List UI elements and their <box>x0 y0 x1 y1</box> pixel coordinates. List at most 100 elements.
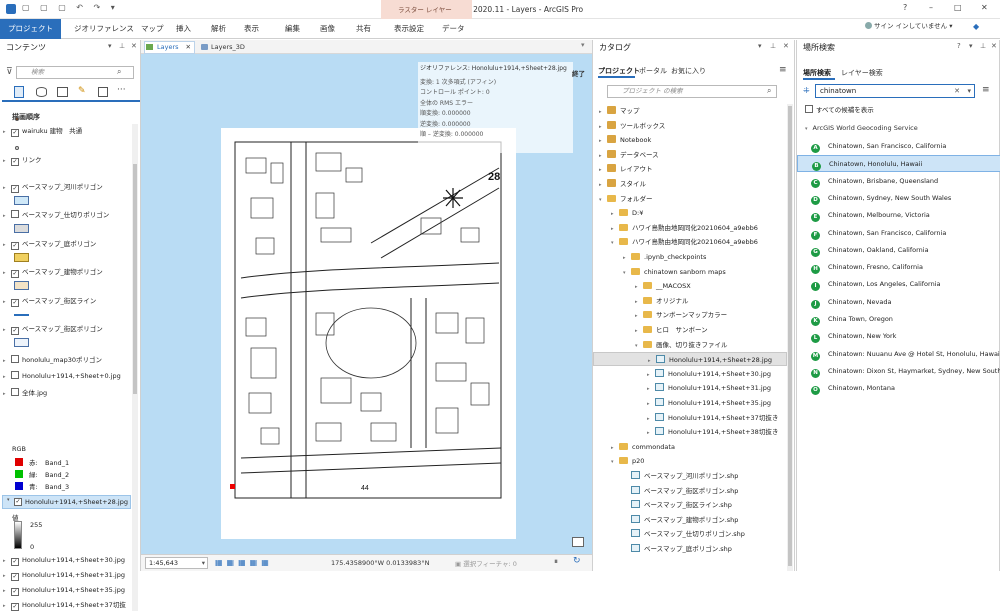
catalog-item[interactable]: ▾ p20 <box>593 454 787 468</box>
layer-checkbox[interactable] <box>11 388 19 396</box>
chevron-down-icon[interactable]: ▾ <box>967 85 971 97</box>
layer-row[interactable]: ▸ ✓ ベースマップ_河川ポリゴン <box>0 180 103 194</box>
layer-checkbox[interactable]: ✓ <box>11 185 19 193</box>
filter-icon[interactable]: ⊽ <box>6 67 13 77</box>
show-all-candidates[interactable]: すべての候補を表示 <box>805 104 874 114</box>
pane-menu-icon[interactable]: ▾ <box>969 42 973 50</box>
layer-checkbox[interactable]: ✓ <box>11 603 19 611</box>
chevron-right-icon[interactable]: ▸ <box>3 295 11 309</box>
layer-checkbox[interactable] <box>11 371 19 379</box>
locate-result[interactable]: J Chinatown, Nevada <box>797 294 1000 311</box>
tab-6[interactable]: 編集 <box>281 19 304 39</box>
catalog-item[interactable]: ▸ データベース <box>593 148 787 162</box>
layer-checkbox[interactable]: ✓ <box>11 558 19 566</box>
catalog-item[interactable]: ベースマップ_仕切りポリゴン.shp <box>593 527 787 541</box>
layer-symbol-swatch[interactable] <box>14 253 29 262</box>
close-button[interactable]: ✕ <box>981 3 988 12</box>
maximize-button[interactable]: □ <box>954 3 962 12</box>
catalog-item[interactable]: ▸ ツールボックス <box>593 119 787 133</box>
tab-10[interactable]: データ <box>438 19 469 39</box>
more-options-icon[interactable]: ··· <box>117 85 126 95</box>
locate-menu-icon[interactable]: ≡ <box>982 85 990 95</box>
scale-selector[interactable]: 1:45,643 ▾ <box>145 557 208 569</box>
tab-0[interactable]: プロジェクト <box>0 19 61 39</box>
user-signin[interactable]: サイン インしていません ▾ <box>865 20 953 30</box>
show-all-candidates-checkbox[interactable] <box>805 105 813 113</box>
chevron-right-icon[interactable]: ▸ <box>3 238 11 252</box>
tree-expander-icon[interactable]: ▸ <box>635 295 643 309</box>
layer-checkbox[interactable]: ✓ <box>11 327 19 335</box>
tree-expander-icon[interactable]: ▾ <box>635 339 643 353</box>
catalog-tab-portal[interactable]: ポータル <box>639 66 667 76</box>
catalog-item[interactable]: ▸ Honolulu+1914,+Sheet+35.jpg <box>593 396 787 410</box>
layer-row[interactable]: ▸ ✓ Honolulu+1914,+Sheet+37切抜 <box>0 598 126 612</box>
locate-result[interactable]: M Chinatown: Nuuanu Ave @ Hotel St, Honol… <box>797 346 1000 363</box>
list-by-source-icon[interactable] <box>36 87 47 97</box>
locate-tab-locate[interactable]: 場所検索 <box>803 68 831 78</box>
layer-row[interactable]: ▸ honolulu_map30ポリゴン <box>0 353 102 367</box>
catalog-item[interactable]: ▸ Honolulu+1914,+Sheet+30.jpg <box>593 367 787 381</box>
tree-expander-icon[interactable]: ▸ <box>599 105 607 119</box>
chevron-right-icon[interactable]: ▸ <box>3 266 11 280</box>
quick-access-toolbar[interactable]: ▢ ▢ ▢ ↶ ↷ ▾ <box>22 3 119 12</box>
catalog-item[interactable]: ▸ マップ <box>593 104 787 118</box>
catalog-item[interactable]: ベースマップ_建物ポリゴン.shp <box>593 513 787 527</box>
layer-symbol-swatch[interactable] <box>14 224 29 233</box>
search-icon[interactable]: ⌕ <box>117 67 121 77</box>
locate-result[interactable]: L Chinatown, New York <box>797 328 1000 345</box>
layer-row[interactable]: ▸ 全体.jpg <box>0 386 47 400</box>
catalog-scrollbar[interactable] <box>787 104 793 571</box>
pause-drawing-icon[interactable]: ⏸ <box>554 557 558 567</box>
locate-result[interactable]: D Chinatown, Sydney, New South Wales <box>797 190 1000 207</box>
locate-result[interactable]: H Chinatown, Fresno, California <box>797 259 1000 276</box>
close-icon[interactable]: ✕ <box>131 42 137 50</box>
catalog-item[interactable]: ▸ .ipynb_checkpoints <box>593 250 787 264</box>
close-icon[interactable]: ✕ <box>991 42 997 50</box>
layer-checkbox[interactable]: ✓ <box>11 573 19 581</box>
catalog-item[interactable]: ▾ フォルダー <box>593 192 787 206</box>
catalog-item[interactable]: ▸ ヒロ サンボーン <box>593 323 787 337</box>
chevron-right-icon[interactable]: ▸ <box>3 584 11 598</box>
catalog-item[interactable]: ▸ Honolulu+1914,+Sheet+38切抜き <box>593 425 787 439</box>
layer-row[interactable]: ▸ ✓ ベースマップ_庭ポリゴン <box>0 237 96 251</box>
locate-result[interactable]: C Chinatown, Brisbane, Queensland <box>797 173 1000 190</box>
layer-checkbox[interactable]: ✓ <box>11 242 19 250</box>
chevron-right-icon[interactable]: ▸ <box>3 554 11 568</box>
selected-layer-row[interactable]: ▾ ✓ Honolulu+1914,+Sheet+28.jpg <box>2 495 131 509</box>
locate-result[interactable]: F Chinatown, San Francisco, California <box>797 225 1000 242</box>
catalog-item[interactable]: ベースマップ_河川ポリゴン.shp <box>593 469 787 483</box>
tree-expander-icon[interactable]: ▸ <box>647 412 655 426</box>
tab-1[interactable]: ジオリファレンス <box>70 19 138 39</box>
catalog-item[interactable]: ベースマップ_街区ポリゴン.shp <box>593 484 787 498</box>
list-by-drawing-order-icon[interactable] <box>14 86 24 98</box>
tab-5[interactable]: 表示 <box>240 19 263 39</box>
tab-close-icon[interactable]: ✕ <box>186 42 191 53</box>
raster-sheet[interactable]: 28 44 <box>221 128 516 539</box>
layer-row[interactable]: ▸ ✓ ベースマップ_街区ライン <box>0 294 96 308</box>
locate-result[interactable]: N Chinatown: Dixon St, Haymarket, Sydney,… <box>797 363 1000 380</box>
notification-icon[interactable]: ◆ <box>973 22 979 31</box>
chevron-right-icon[interactable]: ▸ <box>3 323 11 337</box>
contents-scrollbar[interactable] <box>132 124 138 611</box>
layer-checkbox[interactable]: ✓ <box>11 158 19 166</box>
layer-checkbox[interactable]: ✓ <box>14 498 22 506</box>
tree-expander-icon[interactable]: ▸ <box>647 426 655 440</box>
layer-row[interactable]: ▸ ✓ Honolulu+1914,+Sheet+30.jpg <box>0 553 125 567</box>
chevron-right-icon[interactable]: ▸ <box>3 370 11 384</box>
catalog-item[interactable]: ベースマップ_街区ライン.shp <box>593 498 787 512</box>
layer-symbol-swatch[interactable] <box>14 196 29 205</box>
catalog-item[interactable]: ▸ スタイル <box>593 177 787 191</box>
layer-row[interactable]: ▸ ✓ リンク <box>0 153 42 167</box>
catalog-item[interactable]: ベースマップ_庭ポリゴン.shp <box>593 542 787 556</box>
tree-expander-icon[interactable]: ▸ <box>599 163 607 177</box>
chevron-right-icon[interactable]: ▸ <box>3 209 11 223</box>
catalog-item[interactable]: ▾ 画像、切り抜きファイル <box>593 338 787 352</box>
tree-expander-icon[interactable]: ▸ <box>611 207 619 221</box>
locate-result[interactable]: O Chinatown, Montana <box>797 380 1000 397</box>
search-icon[interactable]: ⌕ <box>767 86 771 96</box>
layer-symbol-swatch[interactable] <box>14 338 29 347</box>
tree-expander-icon[interactable]: ▸ <box>647 368 655 382</box>
tree-expander-icon[interactable]: ▾ <box>611 236 619 250</box>
pin-icon[interactable]: ⊥ <box>980 42 986 50</box>
catalog-tab-favorites[interactable]: お気に入り <box>671 66 706 76</box>
